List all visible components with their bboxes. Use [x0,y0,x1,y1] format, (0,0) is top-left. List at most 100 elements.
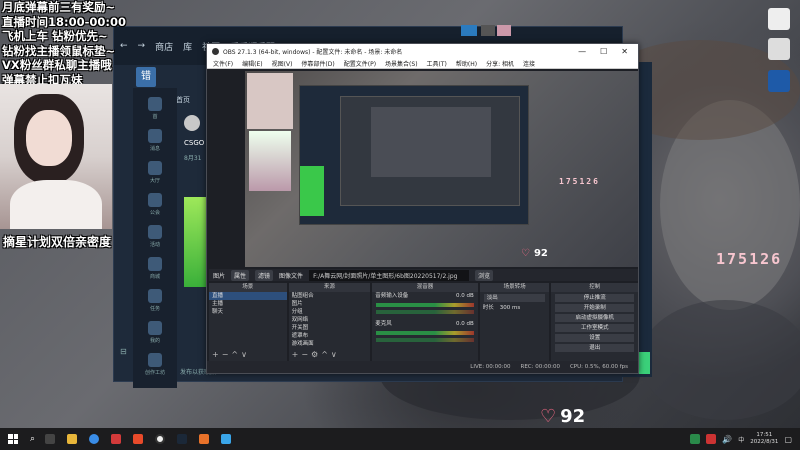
notification-icon[interactable]: ▢ [784,435,792,444]
avatar[interactable] [497,25,511,36]
ps-icon[interactable] [768,70,790,92]
tray-icon[interactable] [706,434,717,444]
sidebar-icon[interactable] [148,161,162,175]
windows-start-icon[interactable] [8,434,18,444]
image-path-field[interactable]: F:/A舞云网/封面照片/单主图形/6b图20220517/2.jpg [309,269,470,281]
window-title: OBS 27.1.3 (64-bit, windows) - 配置文件: 未命名… [223,48,403,56]
browser-icon[interactable] [89,434,100,444]
sidebar-label: 商城 [149,274,160,280]
close-button[interactable]: ✕ [621,47,628,56]
preview-heart-count: ♡ 92 [521,248,548,259]
start-recording-button[interactable]: 开始录制 [555,304,634,312]
sidebar-icon[interactable] [148,353,162,367]
stream-bottom-banner: 摘星计划双倍亲密度 [3,235,112,249]
file-explorer-icon[interactable] [67,434,78,444]
home-label: 首页 [176,96,190,104]
menu-help[interactable]: 帮助(H) [456,59,477,68]
duration-field[interactable]: 300 ms [500,304,520,312]
minimize-button[interactable]: — [578,47,586,56]
tray-icon[interactable] [690,434,701,444]
menu-edit[interactable]: 编辑(E) [242,59,262,68]
source-item[interactable]: 分组 [289,308,371,316]
preview-canvas[interactable]: 175126 ♡ 92 [245,71,638,267]
sidebar-icon[interactable] [148,225,162,239]
menu-docks[interactable]: 停靠部件(D) [301,59,334,68]
virtual-camera-button[interactable]: 启动虚拟摄像机 [555,314,634,322]
sidebar-icon[interactable] [148,289,162,303]
post-image[interactable] [184,197,208,287]
sidebar-icon[interactable] [148,257,162,271]
source-item[interactable]: 贴图组合 [289,292,371,300]
mixer-channel-level: 0.0 dB [455,321,474,327]
obs-taskbar-icon[interactable] [155,434,166,444]
media-app-icon[interactable] [111,434,122,444]
heart-icon: ♡ [540,406,557,427]
clock[interactable]: 17:51 2022/8/31 [750,432,778,446]
search-icon[interactable]: ⌕ [30,434,35,444]
docks-area: 场景 直播 主播 聊天 +−^∨ 来源 贴图组合 图片 分组 双网络 开关图 遮… [209,283,638,361]
volume-slider[interactable] [376,338,474,342]
nav-library[interactable]: 库 [183,40,192,53]
menu-connect[interactable]: 连接 [523,59,535,68]
properties-button[interactable]: 属性 [231,269,250,281]
app-icon[interactable] [199,434,210,444]
source-item[interactable]: 双网络 [289,316,371,324]
menu-scene-collection[interactable]: 场景集合(S) [385,59,418,68]
source-tools[interactable]: +−⚙^∨ [292,350,340,359]
stop-streaming-button[interactable]: 停止推流 [555,294,634,302]
studio-mode-button[interactable]: 工作室模式 [555,324,634,332]
sidebar-icon[interactable] [148,321,162,335]
mixer-dock: 混音器 音频输入设备 0.0 dB 麦克风 0.0 dB [372,283,478,361]
menu-view[interactable]: 视图(V) [272,59,293,68]
scene-item[interactable]: 主播 [209,300,287,308]
menu-tools[interactable]: 工具(T) [427,59,447,68]
preview-heart-value: 92 [533,248,548,259]
input-language[interactable]: 中 [738,435,744,444]
mixer-channel-level: 0.0 dB [455,293,474,299]
menu-share[interactable]: 分享: 相机 [486,59,514,68]
doc-icon[interactable] [768,38,790,60]
sidebar-icon[interactable] [148,193,162,207]
sidebar-icon[interactable] [148,97,162,111]
app-icon[interactable] [481,25,495,36]
game-app-icon[interactable] [133,434,144,444]
sidebar-label: 创作工坊 [144,370,165,376]
doc-icon[interactable] [768,8,790,30]
scene-item[interactable]: 直播 [209,292,287,300]
volume-icon[interactable]: 🔊 [722,435,732,444]
exit-button[interactable]: 退出 [555,344,634,352]
mixer-channel-name: 音频输入设备 [375,293,409,299]
source-item[interactable]: 遮罩布 [289,332,371,340]
rec-status: REC: 00:00:00 [520,364,560,370]
source-item[interactable]: 图片 [289,300,371,308]
mixer-channel: 音频输入设备 0.0 dB [372,292,478,300]
app-icon[interactable] [461,25,477,36]
duration-label: 时长 [482,305,494,311]
preview-nested-obs [340,96,520,206]
source-item[interactable]: 游戏画面 [289,340,371,348]
obs-window[interactable]: OBS 27.1.3 (64-bit, windows) - 配置文件: 未命名… [206,43,639,374]
task-view-icon[interactable] [45,434,56,444]
sidebar-label: 消息 [149,146,160,152]
scene-item[interactable]: 聊天 [209,308,287,316]
obs-icon [212,47,219,55]
browse-button[interactable]: 浏览 [475,269,494,281]
announcement-line: 钻粉找主播领鼠标垫~ [2,43,116,58]
scene-tools[interactable]: +−^∨ [212,350,250,359]
steam-taskbar-icon[interactable] [177,434,188,444]
source-item[interactable]: 开关图 [289,324,371,332]
avatar[interactable] [184,115,200,131]
nav-store[interactable]: 商店 [155,40,173,53]
sidebar-label: 任务 [149,306,160,312]
app-icon[interactable] [221,434,232,444]
maximize-button[interactable]: ☐ [600,47,607,56]
menu-profile[interactable]: 配置文件(P) [344,59,376,68]
filters-button[interactable]: 滤镜 [255,269,274,281]
volume-slider[interactable] [376,310,474,314]
menu-file[interactable]: 文件(F) [213,59,233,68]
collapse-icon[interactable]: ⊟ [120,347,127,356]
transition-select[interactable]: 淡出 [483,294,546,302]
sidebar-icon[interactable] [148,129,162,143]
stream-announcement: 月底弹幕前三有奖励~ 直播时间18:00-00:00 飞机上车 钻粉优先~ 钻粉… [2,0,152,88]
settings-button[interactable]: 设置 [555,334,634,342]
